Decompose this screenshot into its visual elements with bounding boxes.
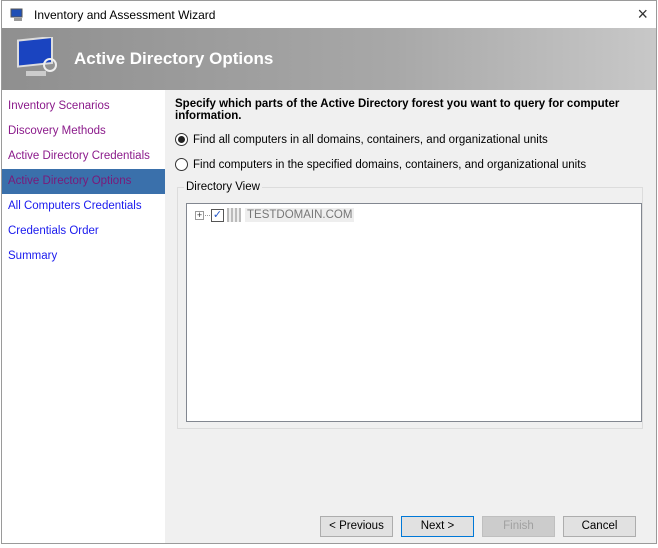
finish-button[interactable]: Finish (482, 516, 555, 537)
node-label[interactable]: TESTDOMAIN.COM (245, 208, 355, 222)
close-icon[interactable]: × (637, 4, 648, 25)
computer-icon (17, 37, 57, 76)
nav-item-ad-credentials[interactable]: Active Directory Credentials (2, 144, 165, 169)
expand-icon[interactable]: + (195, 210, 204, 220)
radio-indicator[interactable] (175, 158, 188, 171)
previous-button[interactable]: < Previous (320, 516, 393, 537)
window-title: Inventory and Assessment Wizard (34, 7, 216, 22)
radio-find-all[interactable]: Find all computers in all domains, conta… (175, 133, 548, 146)
directory-view-label: Directory View (184, 181, 262, 193)
wizard-steps-nav: Inventory Scenarios Discovery Methods Ac… (2, 90, 165, 543)
radio-label: Find computers in the specified domains,… (193, 158, 587, 171)
question-text: Specify which parts of the Active Direct… (175, 98, 620, 122)
app-icon (10, 8, 23, 21)
wizard-banner: Active Directory Options (2, 28, 656, 90)
main-panel: Specify which parts of the Active Direct… (165, 90, 656, 543)
nav-item-inventory-scenarios[interactable]: Inventory Scenarios (2, 94, 165, 119)
page-title: Active Directory Options (74, 49, 274, 68)
cancel-button[interactable]: Cancel (563, 516, 636, 537)
nav-item-ad-options[interactable]: Active Directory Options (2, 169, 165, 194)
node-checkbox[interactable]: ✓ (211, 208, 224, 222)
radio-find-specified[interactable]: Find computers in the specified domains,… (175, 158, 586, 171)
next-button[interactable]: Next > (401, 516, 474, 537)
wizard-window: Inventory and Assessment Wizard × Active… (1, 0, 657, 544)
tree-connector (205, 214, 210, 216)
nav-item-all-computers-credentials[interactable]: All Computers Credentials (2, 194, 165, 219)
directory-tree[interactable]: + ✓ TESTDOMAIN.COM (186, 203, 642, 422)
tree-node[interactable]: + ✓ TESTDOMAIN.COM (195, 208, 355, 222)
nav-item-discovery-methods[interactable]: Discovery Methods (2, 119, 165, 144)
nav-item-credentials-order[interactable]: Credentials Order (2, 219, 165, 244)
directory-view-group: Directory View + ✓ TESTDOMAIN.COM (177, 181, 643, 429)
radio-indicator[interactable] (175, 133, 188, 146)
domain-icon (227, 208, 241, 222)
nav-item-summary[interactable]: Summary (2, 244, 165, 269)
radio-label: Find all computers in all domains, conta… (193, 133, 548, 146)
title-bar: Inventory and Assessment Wizard (2, 1, 656, 28)
